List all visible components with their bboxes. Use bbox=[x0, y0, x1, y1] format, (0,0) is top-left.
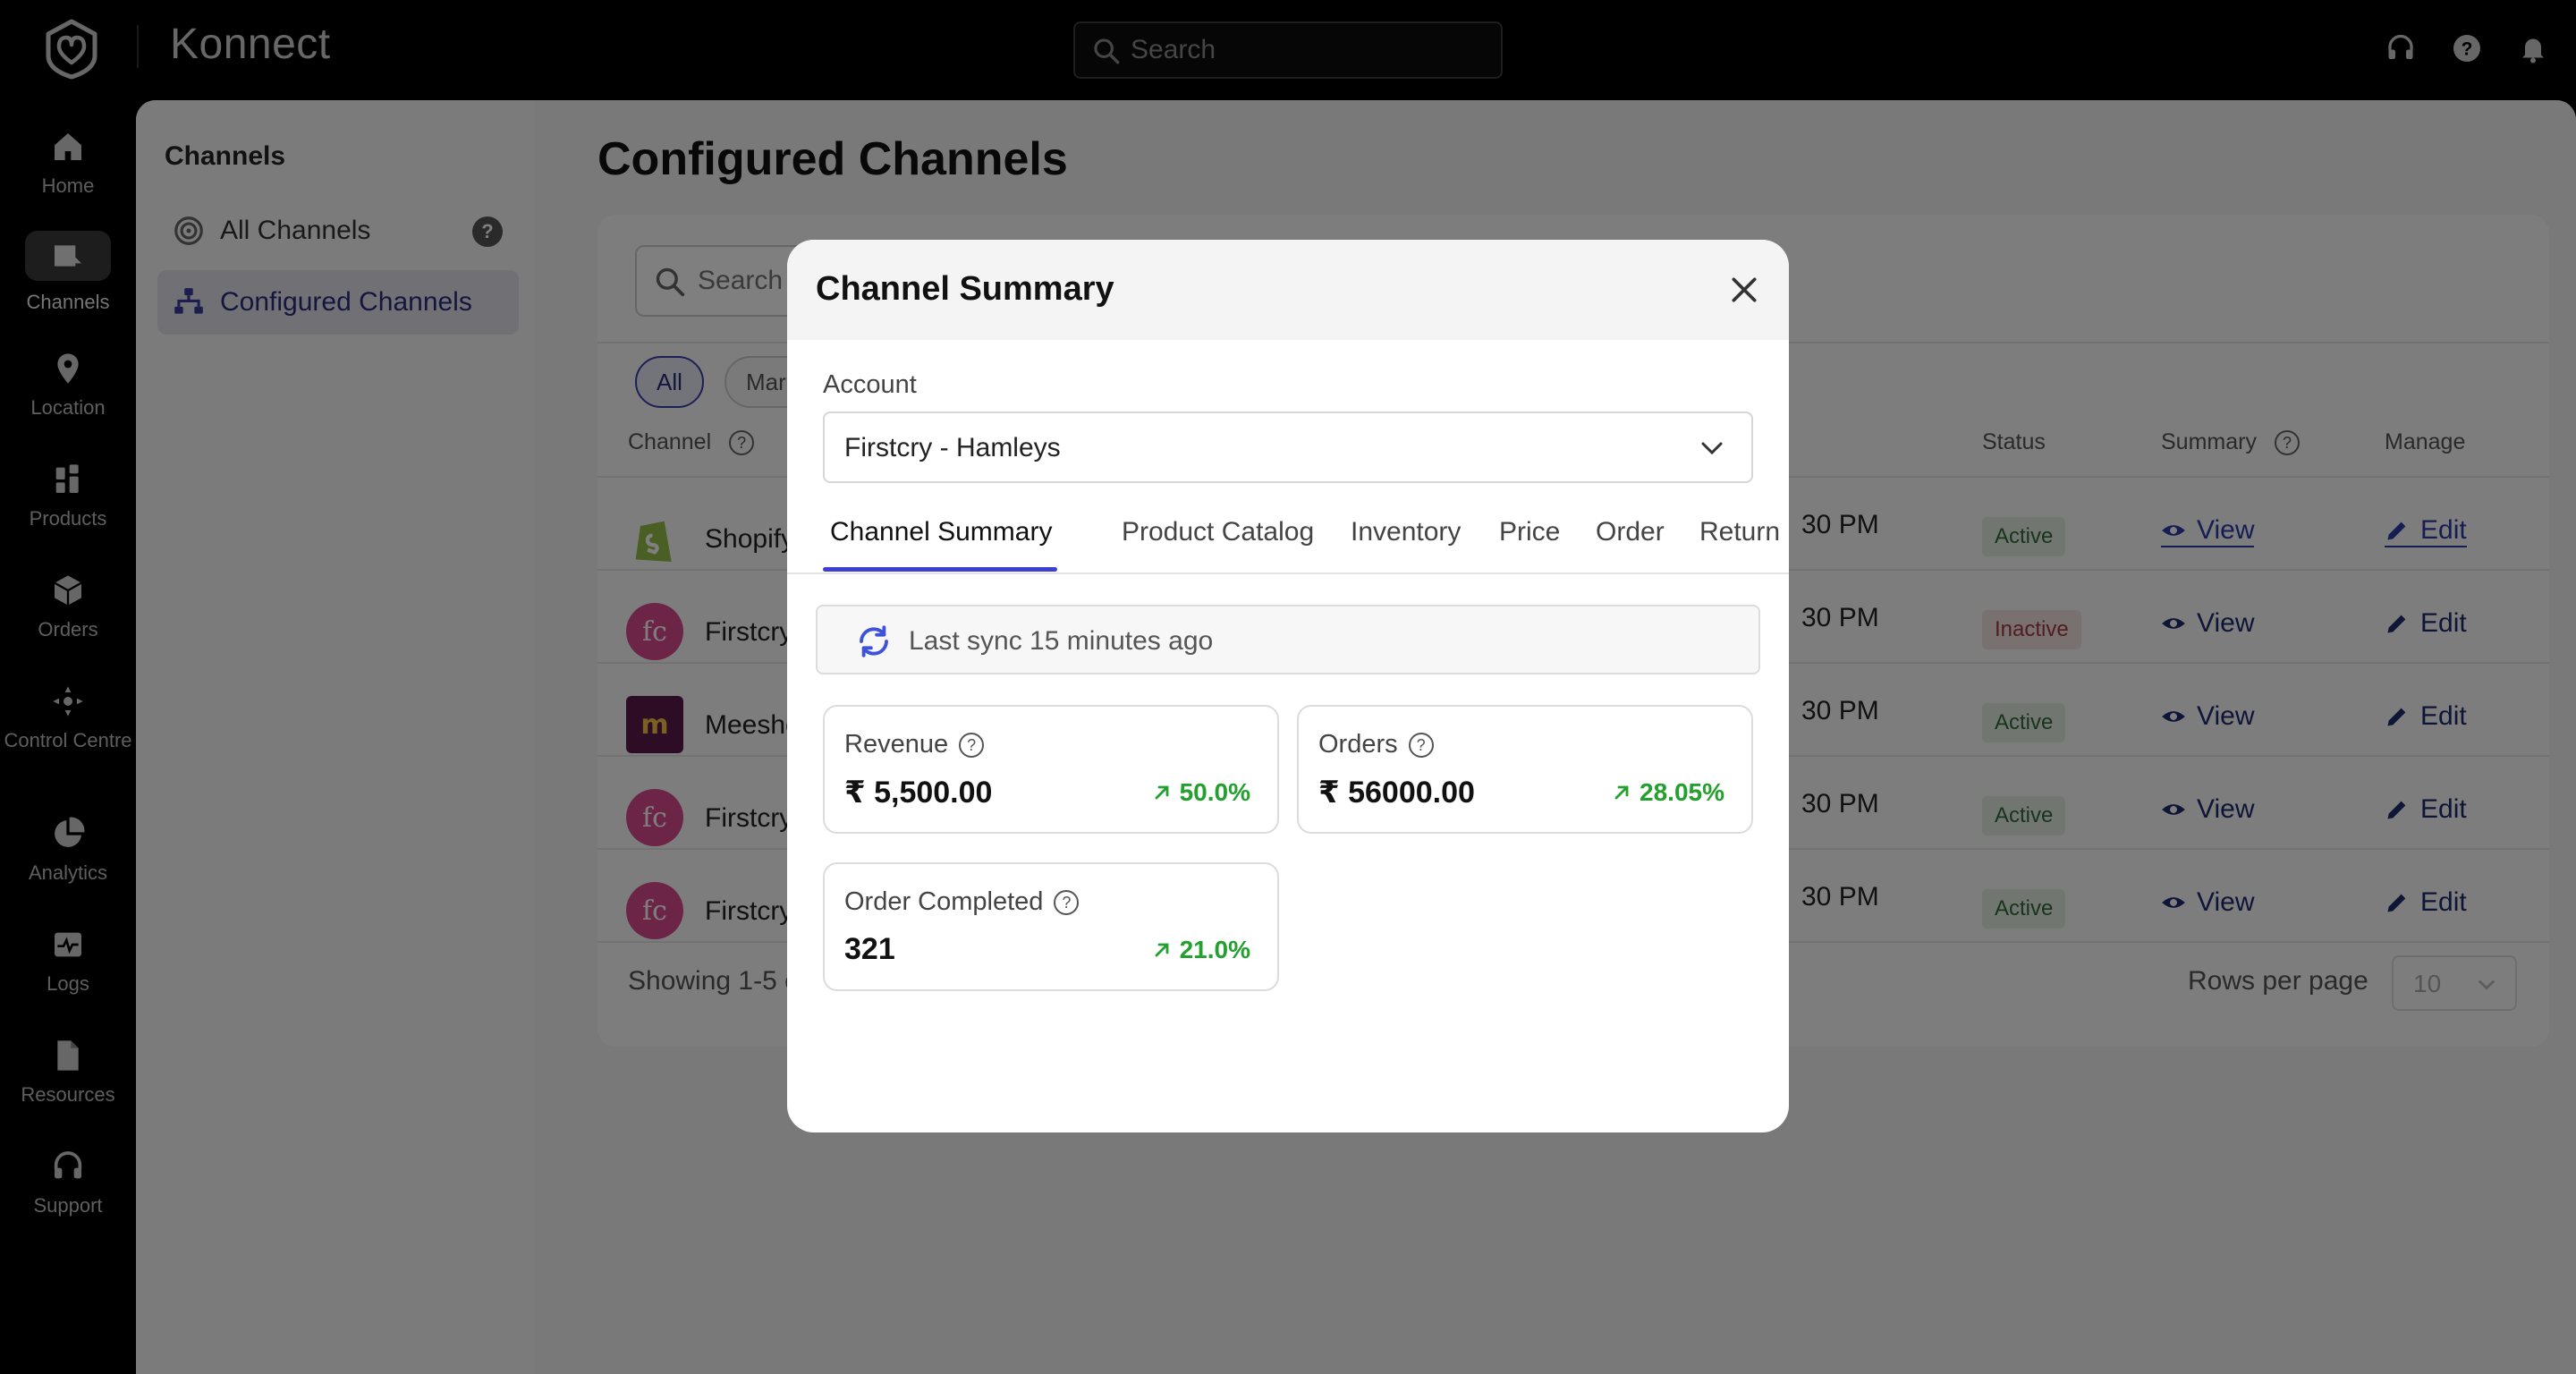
metric-label: Revenue? bbox=[844, 730, 985, 759]
tab-channel-summary[interactable]: Channel Summary bbox=[830, 517, 1052, 572]
metric-value: 321 bbox=[844, 932, 895, 966]
metric-card-orders: Orders? ₹ 56000.00 28.05% bbox=[1297, 705, 1753, 834]
channel-summary-modal: Channel Summary Account Firstcry - Hamle… bbox=[787, 240, 1789, 1132]
modal-tabs: Channel Summary Product Catalog Inventor… bbox=[823, 517, 1789, 572]
metric-change: 28.05% bbox=[1611, 778, 1724, 807]
help-icon[interactable]: ? bbox=[1054, 890, 1080, 915]
metric-label: Orders? bbox=[1318, 730, 1434, 759]
active-tab-indicator bbox=[823, 567, 1057, 572]
metric-label-text: Order Completed bbox=[844, 887, 1044, 916]
tab-order[interactable]: Order bbox=[1596, 517, 1665, 572]
metric-value: ₹ 56000.00 bbox=[1318, 776, 1475, 810]
arrow-up-right-icon bbox=[1155, 785, 1168, 800]
account-select-value: Firstcry - Hamleys bbox=[844, 433, 1061, 462]
metric-change-value: 21.0% bbox=[1179, 936, 1250, 963]
tab-inventory[interactable]: Inventory bbox=[1351, 517, 1461, 572]
modal-header: Channel Summary bbox=[787, 240, 1789, 340]
sync-status: Last sync 15 minutes ago bbox=[816, 605, 1760, 674]
metric-change: 50.0% bbox=[1151, 778, 1250, 807]
metric-label-text: Orders bbox=[1318, 730, 1398, 759]
help-icon[interactable]: ? bbox=[1408, 733, 1434, 758]
refresh-icon[interactable] bbox=[855, 623, 893, 660]
arrow-up-right-icon bbox=[1614, 785, 1629, 800]
account-select[interactable]: Firstcry - Hamleys bbox=[823, 411, 1753, 483]
metric-card-order-completed: Order Completed? 321 21.0% bbox=[823, 862, 1279, 991]
metric-change-value: 28.05% bbox=[1640, 778, 1724, 806]
account-label: Account bbox=[823, 370, 917, 399]
arrow-up-right-icon bbox=[1155, 943, 1168, 957]
metric-card-revenue: Revenue? ₹ 5,500.00 50.0% bbox=[823, 705, 1279, 834]
modal-title: Channel Summary bbox=[816, 270, 1114, 308]
close-icon[interactable] bbox=[1726, 272, 1762, 308]
sync-text: Last sync 15 minutes ago bbox=[909, 626, 1214, 656]
metric-value: ₹ 5,500.00 bbox=[844, 776, 993, 810]
tabs-divider bbox=[787, 572, 1789, 574]
tab-price[interactable]: Price bbox=[1499, 517, 1560, 572]
help-icon[interactable]: ? bbox=[959, 733, 985, 758]
tab-return[interactable]: Return bbox=[1699, 517, 1780, 572]
metric-label: Order Completed? bbox=[844, 887, 1080, 917]
metric-label-text: Revenue bbox=[844, 730, 949, 759]
chevron-down-icon bbox=[1701, 442, 1723, 455]
tab-product-catalog[interactable]: Product Catalog bbox=[1122, 517, 1314, 572]
metric-change: 21.0% bbox=[1151, 936, 1250, 964]
metric-change-value: 50.0% bbox=[1179, 778, 1250, 806]
